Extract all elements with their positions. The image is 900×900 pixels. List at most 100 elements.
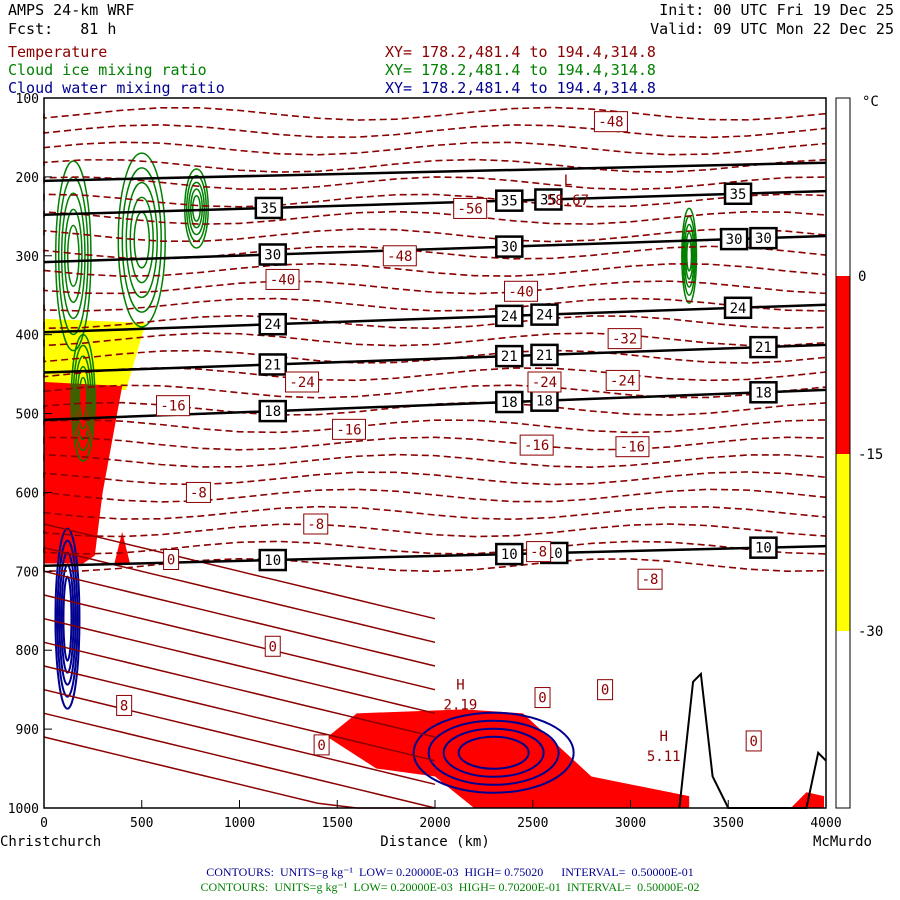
theta-label: 24 [264,317,281,333]
temperature-label: -48 [598,115,623,131]
colorbar-tick-label: -30 [858,624,883,640]
theta-label: 35 [730,187,747,203]
x-axis-label: Distance (km) [380,834,490,850]
temperature-label: 0 [538,691,546,707]
y-tick-label: 100 [16,92,39,107]
y-tick-label: 800 [16,644,39,659]
temperature-contour-dashed [43,349,827,364]
start-location-label: Christchurch [0,834,101,850]
theta-label: 10 [755,541,772,557]
theta-label: 18 [264,404,281,420]
temperature-label: -24 [289,375,314,391]
extremum-marker: H [660,729,668,745]
temperature-label: 0 [317,738,325,754]
x-tick-label: 3500 [713,816,744,831]
temperature-label: -16 [160,399,185,415]
theta-label: 30 [726,232,743,248]
x-tick-label: 1500 [322,816,353,831]
temperature-label: 0 [749,734,757,750]
temperature-contour-dashed [43,557,827,573]
temperature-contour-dashed [43,523,827,538]
theta-label: 30 [264,247,281,263]
temperature-contour-solid [43,523,436,620]
x-tick-label: 2500 [517,816,548,831]
theta-line [43,161,827,183]
extremum-marker: L [564,173,572,189]
theta-label: 18 [536,394,553,410]
y-tick-label: 200 [16,171,39,186]
temperature-contour-dashed [43,366,827,382]
footer-water-contours: CONTOURS: UNITS=g kg⁻¹ LOW= 0.20000E-03 … [206,865,694,879]
temperature-label: -24 [610,373,635,389]
theta-label: 24 [536,308,553,324]
theta-line [43,343,827,374]
temperature-label: -8 [530,545,547,561]
x-tick-label: 3000 [615,816,646,831]
temperature-label: -8 [642,572,659,588]
theta-label: 21 [501,349,518,365]
extremum-value: 2.19 [444,698,478,714]
temperature-label: -56 [458,201,483,217]
temperature-label: -24 [532,375,557,391]
temperature-label: -8 [190,485,207,501]
temperature-contour-dashed [43,505,827,521]
y-tick-label: 300 [16,250,39,265]
y-tick-label: 400 [16,329,39,344]
y-tick-label: 700 [16,565,39,580]
temperature-contour-dashed [43,262,827,278]
temperature-contour-dashed [43,210,827,225]
temperature-contour-dashed [43,141,827,156]
temperature-label: -8 [307,517,324,533]
cross-section-figure: AMPS 24-km WRF Fcst: 81 h Init: 00 UTC F… [0,0,900,900]
x-tick-label: 500 [130,816,153,831]
theta-label: 30 [755,231,772,247]
y-tick-label: 1000 [8,802,39,817]
cloud-ice-contour [686,239,693,272]
temperature-label: -16 [620,440,645,456]
temperature-contour-solid [43,641,436,738]
y-tick-label: 600 [16,486,39,501]
temperature-label: -40 [508,284,533,300]
theta-label: 35 [501,194,518,210]
theta-label: 21 [264,357,281,373]
temperature-contour-dashed [43,488,827,503]
temperature-label: -40 [270,272,295,288]
x-tick-label: 4000 [810,816,841,831]
colorbar-tick-label: -15 [858,447,883,463]
temperature-label: 8 [120,698,128,714]
end-location-label: McMurdo [813,834,872,850]
temperature-contour-solid [43,617,436,715]
cross-section-plot: 35 35 35 3530 30 30 302424 24 242121 21 211818 1818… [0,92,883,850]
colorbar-tick-label: 0 [858,269,866,285]
x-tick-label: 1000 [224,816,255,831]
extremum-value: 5.11 [647,749,681,765]
footer-ice-contours: CONTOURS: UNITS=g kg⁻¹ LOW= 0.20000E-03 … [200,880,700,894]
temperature-label: 0 [167,553,175,569]
theta-label: 10 [264,553,281,569]
temperature-contour-dashed [43,124,827,139]
extremum-marker: H [456,678,464,694]
temperature-contour-solid [43,570,436,667]
temperature-label: -32 [612,332,637,348]
temperature-contour-dashed [43,471,827,486]
theta-label: 21 [755,340,772,356]
temperature-label: -48 [387,249,412,265]
y-tick-label: 900 [16,723,39,738]
temperature-label: -16 [336,422,361,438]
temperature-label: 0 [601,683,609,699]
plot-frame [43,97,827,809]
extremum-value: 58.67 [547,193,589,209]
x-tick-label: 2000 [419,816,450,831]
colorbar-unit: °C [862,94,879,110]
theta-label: 10 [501,547,518,563]
temperature-contour-dashed [43,453,827,468]
theta-label: 24 [730,301,747,317]
temperature-contour-solid [43,594,436,691]
colorbar-band-red [836,276,850,454]
temperature-contour-dashed [43,106,827,121]
temperature-contour-dashed [43,332,827,347]
theta-label: 21 [536,348,553,364]
theta-label: 30 [501,240,518,256]
x-tick-label: 0 [40,816,48,831]
temperature-contour-dashed [43,419,827,434]
